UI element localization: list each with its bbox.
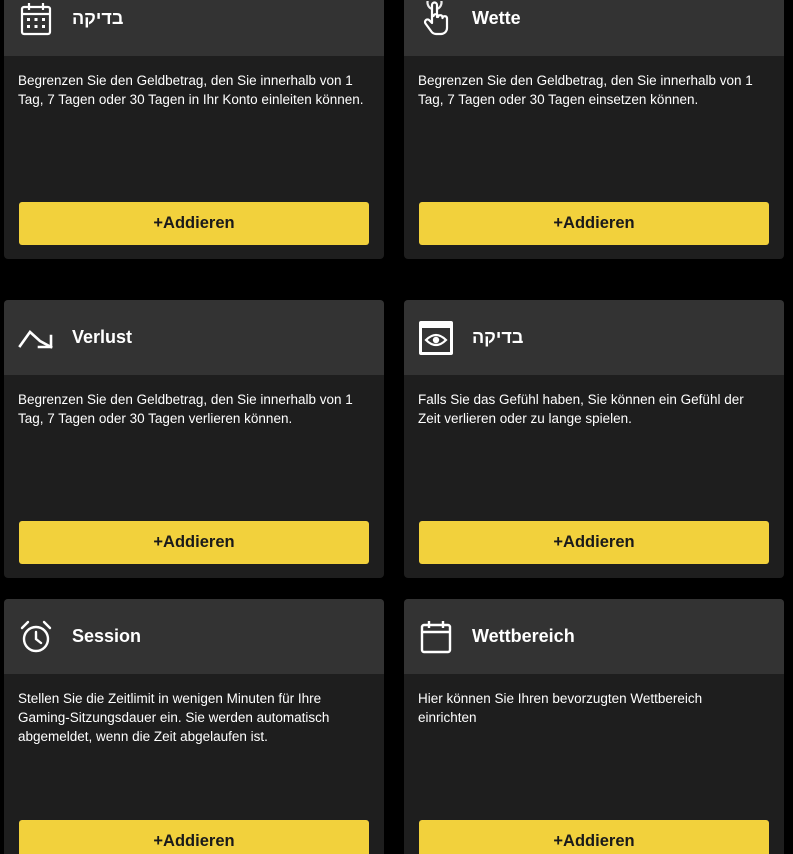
card-deposit-limit: בדיקה Begrenzen Sie den Geldbetrag, den … — [4, 0, 384, 259]
eye-icon — [418, 320, 454, 356]
card-body: Begrenzen Sie den Geldbetrag, den Sie in… — [404, 56, 784, 259]
card-title: Wette — [472, 8, 521, 28]
card-description: Falls Sie das Gefühl haben, Sie können e… — [418, 392, 744, 426]
card-header: Wette — [404, 0, 784, 56]
card-body: Stellen Sie die Zeitlimit in wenigen Min… — [4, 674, 384, 854]
card-description: Begrenzen Sie den Geldbetrag, den Sie in… — [418, 73, 753, 107]
add-betting-area-button[interactable]: +Addieren — [419, 820, 769, 854]
card-body: Hier können Sie Ihren bevorzugten Wettbe… — [404, 674, 784, 854]
card-betting-area: Wettbereich Hier können Sie Ihren bevorz… — [404, 599, 784, 854]
calendar-icon — [418, 619, 454, 655]
card-bet-limit: Wette Begrenzen Sie den Geldbetrag, den … — [404, 0, 784, 259]
limits-grid: בדיקה Begrenzen Sie den Geldbetrag, den … — [0, 0, 793, 854]
card-title: Verlust — [72, 327, 133, 347]
card-reality-check: בדיקה Falls Sie das Gefühl haben, Sie kö… — [404, 300, 784, 578]
card-header: בדיקה — [4, 0, 384, 56]
card-description: Hier können Sie Ihren bevorzugten Wettbe… — [418, 691, 703, 725]
add-bet-limit-button[interactable]: +Addieren — [419, 202, 769, 245]
add-reality-check-button[interactable]: +Addieren — [419, 521, 769, 564]
card-description: Begrenzen Sie den Geldbetrag, den Sie in… — [18, 73, 364, 107]
card-title: בדיקה — [472, 327, 524, 347]
card-header: Verlust — [4, 300, 384, 375]
card-description: Stellen Sie die Zeitlimit in wenigen Min… — [18, 691, 330, 744]
card-header: Session — [4, 599, 384, 674]
add-loss-limit-button[interactable]: +Addieren — [19, 521, 369, 564]
card-session-limit: Session Stellen Sie die Zeitlimit in wen… — [4, 599, 384, 854]
alarm-clock-icon — [18, 619, 54, 655]
card-title: Wettbereich — [472, 626, 575, 646]
card-header: בדיקה — [404, 300, 784, 375]
add-session-limit-button[interactable]: +Addieren — [19, 820, 369, 854]
card-description: Begrenzen Sie den Geldbetrag, den Sie in… — [18, 392, 353, 426]
card-body: Begrenzen Sie den Geldbetrag, den Sie in… — [4, 375, 384, 578]
hand-pointer-icon — [418, 0, 454, 37]
card-header: Wettbereich — [404, 599, 784, 674]
card-title: Session — [72, 626, 142, 646]
card-loss-limit: Verlust Begrenzen Sie den Geldbetrag, de… — [4, 300, 384, 578]
card-body: Begrenzen Sie den Geldbetrag, den Sie in… — [4, 56, 384, 259]
calendar-grid-icon — [18, 1, 54, 37]
add-deposit-limit-button[interactable]: +Addieren — [19, 202, 369, 245]
card-body: Falls Sie das Gefühl haben, Sie können e… — [404, 375, 784, 578]
trend-down-icon — [18, 320, 54, 356]
card-title: בדיקה — [72, 8, 124, 28]
